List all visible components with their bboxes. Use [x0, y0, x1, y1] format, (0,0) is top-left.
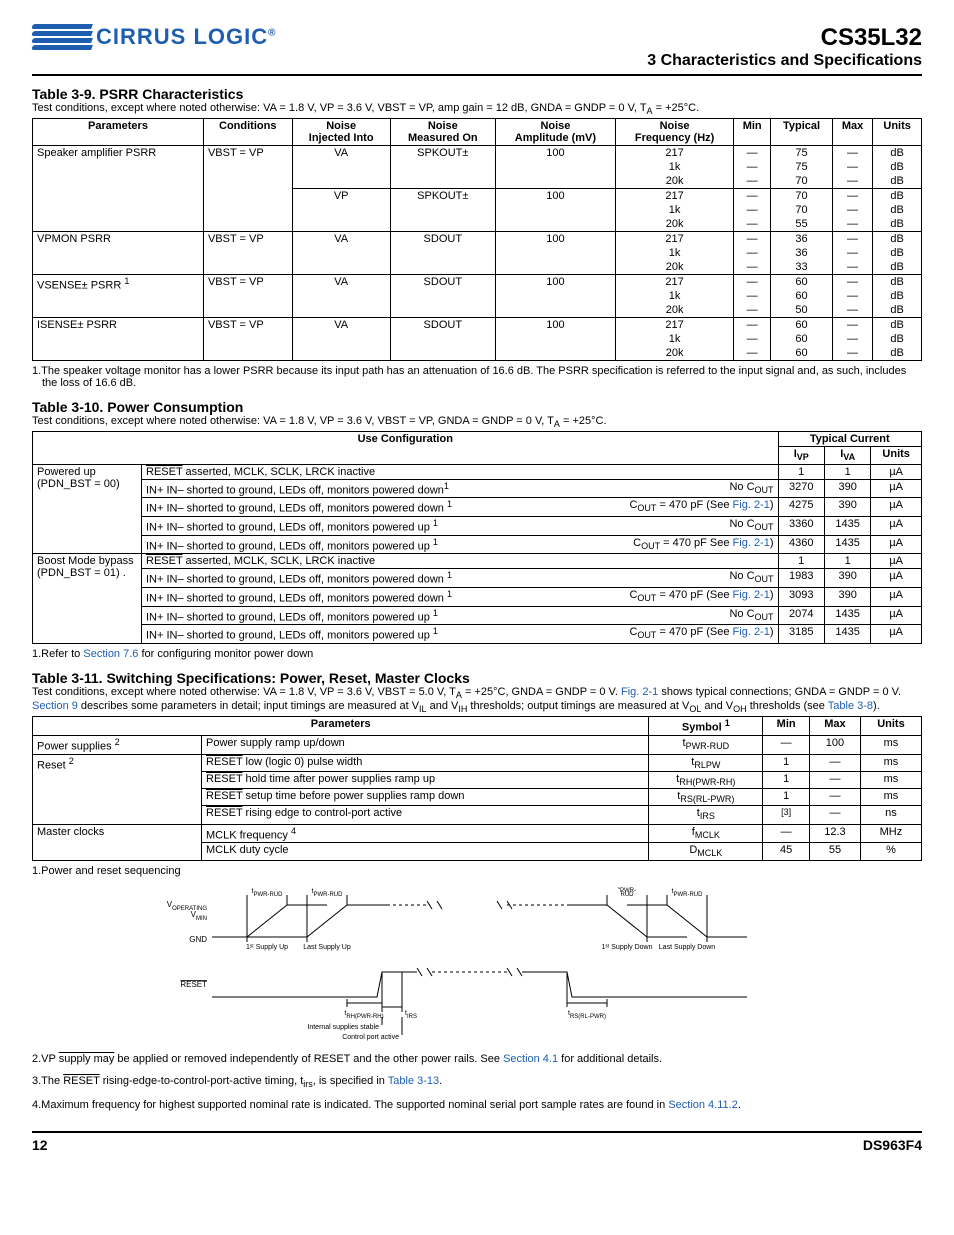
svg-text:GND: GND — [189, 935, 207, 944]
link-section-4-1[interactable]: Section 4.1 — [503, 1053, 558, 1065]
svg-text:RUD: RUD — [621, 892, 635, 898]
svg-text:tPWR-RUD: tPWR-RUD — [252, 888, 284, 898]
table-3-11-note-2: 2.VP supply may be applied or removed in… — [42, 1053, 922, 1065]
link-table-3-8[interactable]: Table 3-8 — [828, 700, 873, 712]
link-section-9[interactable]: Section 9 — [32, 700, 78, 712]
doc-title: CS35L32 — [647, 24, 922, 52]
table-3-9-conditions: Test conditions, except where noted othe… — [32, 102, 922, 116]
table-3-10-conditions: Test conditions, except where noted othe… — [32, 415, 922, 429]
logo-waves-icon — [32, 24, 92, 50]
svg-text:tPWR-RUD: tPWR-RUD — [672, 888, 704, 898]
link-section-7-6[interactable]: Section 7.6 — [83, 648, 138, 660]
logo-text: CIRRUS LOGIC® — [96, 24, 277, 50]
svg-text:Last Supply Down: Last Supply Down — [659, 944, 716, 951]
link-section-4-11-2[interactable]: Section 4.11.2 — [668, 1099, 738, 1111]
doc-id: DS963F4 — [863, 1137, 922, 1153]
table-3-10-note-1: 1.Refer to Section 7.6 for configuring m… — [42, 648, 922, 660]
timing-diagram: .lbl { font: 8px Arial; } .lbl-s { font:… — [127, 887, 827, 1047]
svg-text:tIRS: tIRS — [405, 1010, 417, 1020]
table-3-11-note-1: 1.Power and reset sequencing — [42, 865, 922, 877]
link-fig-2-1[interactable]: Fig. 2-1 — [621, 686, 658, 698]
table-3-9-note-1: 1.The speaker voltage monitor has a lowe… — [42, 365, 922, 389]
svg-text:1ˢᵗ Supply Up: 1ˢᵗ Supply Up — [246, 944, 288, 951]
svg-text:Internal supplies stable: Internal supplies stable — [307, 1024, 379, 1031]
table-3-11-note-3: 3.The RESET rising-edge-to-control-port-… — [42, 1075, 922, 1089]
svg-text:Control port active: Control port active — [342, 1034, 399, 1041]
page-footer: 12 DS963F4 — [32, 1131, 922, 1153]
svg-text:VOPERATING: VOPERATING — [167, 900, 208, 912]
table-3-11-title: Table 3-11. Switching Specifications: Po… — [32, 670, 922, 686]
doc-subtitle: 3 Characteristics and Specifications — [647, 52, 922, 70]
table-3-9: ParametersConditionsNoiseInjected IntoNo… — [32, 118, 922, 361]
header-right: CS35L32 3 Characteristics and Specificat… — [647, 24, 922, 70]
page-header: CIRRUS LOGIC® CS35L32 3 Characteristics … — [32, 24, 922, 76]
svg-text:tRS(RL-PWR): tRS(RL-PWR) — [568, 1010, 606, 1020]
page-number: 12 — [32, 1137, 48, 1153]
table-3-11-conditions: Test conditions, except where noted othe… — [32, 686, 922, 714]
logo: CIRRUS LOGIC® — [32, 24, 277, 50]
svg-text:tPWR-RUD: tPWR-RUD — [312, 888, 344, 898]
table-3-9-title: Table 3-9. PSRR Characteristics — [32, 86, 922, 102]
link-table-3-13[interactable]: Table 3-13 — [388, 1075, 439, 1087]
table-3-11-note-4: 4.Maximum frequency for highest supporte… — [42, 1099, 922, 1111]
svg-text:1ˢᵗ Supply Down: 1ˢᵗ Supply Down — [602, 944, 653, 951]
svg-text:RESET: RESET — [180, 980, 207, 989]
table-3-11: ParametersSymbol 1MinMaxUnitsPower suppl… — [32, 716, 922, 860]
table-3-10: Use ConfigurationTypical CurrentIVPIVAUn… — [32, 431, 922, 643]
svg-text:tRH(PWR-RH): tRH(PWR-RH) — [344, 1010, 383, 1020]
table-3-10-title: Table 3-10. Power Consumption — [32, 399, 922, 415]
svg-text:Last Supply Up: Last Supply Up — [303, 944, 351, 951]
